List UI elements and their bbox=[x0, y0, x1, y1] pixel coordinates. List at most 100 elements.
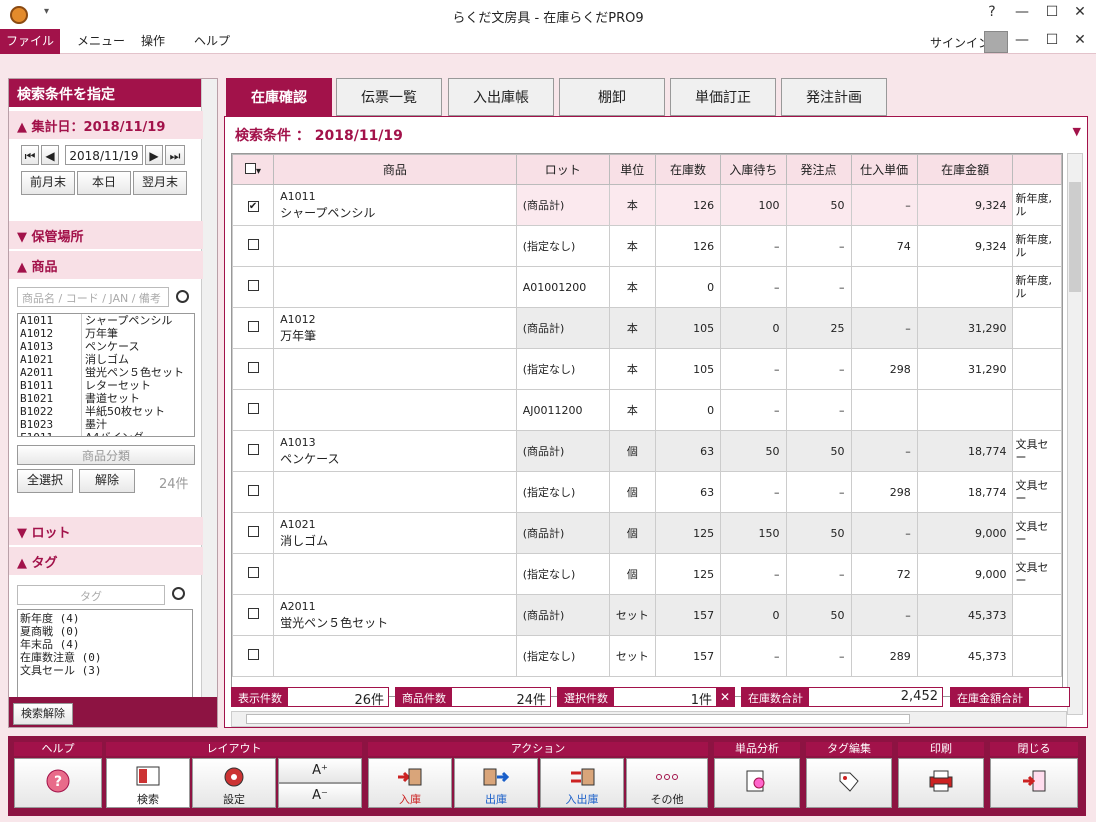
maximize-button[interactable]: ☐ bbox=[1038, 4, 1066, 26]
signin-link[interactable]: サインイン bbox=[930, 34, 990, 51]
col-header-amount[interactable]: 在庫金額 bbox=[916, 154, 1014, 185]
table-row[interactable]: (指定なし) 個 125– –72 9,000 文具セー bbox=[232, 553, 1062, 595]
menu-help[interactable]: ヘルプ bbox=[194, 29, 230, 54]
first-date-button[interactable]: ⏮ bbox=[21, 145, 39, 165]
col-header-product[interactable]: 商品 bbox=[273, 154, 517, 185]
close-button[interactable]: ✕ bbox=[1066, 4, 1094, 26]
col-header-stock[interactable]: 在庫数 bbox=[654, 154, 722, 185]
col-header-unit[interactable]: 単位 bbox=[608, 154, 656, 185]
table-row[interactable]: A2011 蛍光ペン５色セット (商品計) セット 157 0 50–45,373 bbox=[232, 594, 1062, 636]
avatar[interactable] bbox=[984, 31, 1008, 53]
tab-1[interactable]: 伝票一覧 bbox=[336, 78, 442, 116]
prev-date-button[interactable]: ◀ bbox=[41, 145, 59, 165]
tab-3[interactable]: 棚卸 bbox=[559, 78, 665, 116]
row-checkbox[interactable] bbox=[247, 608, 259, 619]
date-section[interactable]: ▲ 集計日：2018/11/19 bbox=[9, 111, 203, 139]
tab-0[interactable]: 在庫確認 bbox=[226, 78, 332, 116]
row-checkbox[interactable] bbox=[247, 567, 259, 578]
row-checkbox[interactable] bbox=[247, 403, 259, 414]
table-row[interactable]: (指定なし) セット 157– –289 45,373 bbox=[232, 635, 1062, 677]
row-checkbox[interactable] bbox=[247, 321, 259, 332]
clear-selection-icon[interactable]: ✕ bbox=[716, 688, 734, 706]
hscroll-thumb[interactable] bbox=[246, 714, 910, 724]
grid-vscrollbar[interactable] bbox=[1067, 153, 1083, 715]
date-field[interactable]: 2018/11/19 bbox=[65, 145, 143, 165]
print-button[interactable] bbox=[898, 758, 984, 808]
row-checkbox[interactable] bbox=[247, 444, 259, 455]
table-row[interactable]: A1012 万年筆 (商品計) 本 105 0 25–31,290 bbox=[232, 307, 1062, 349]
product-list-item[interactable]: A1011 シャープペンシル bbox=[18, 314, 194, 327]
tab-5[interactable]: 発注計画 bbox=[781, 78, 887, 116]
storage-section[interactable]: ▼ 保管場所 bbox=[9, 221, 203, 249]
row-checkbox[interactable] bbox=[247, 485, 259, 496]
row-checkbox-cell[interactable] bbox=[232, 389, 275, 431]
product-list-item[interactable]: A1013 ペンケース bbox=[18, 340, 194, 353]
menu-file[interactable]: ファイル bbox=[0, 29, 60, 54]
font-up-button[interactable]: A⁺ bbox=[278, 758, 362, 783]
checkbox-icon[interactable] bbox=[245, 162, 257, 174]
col-header-tag[interactable] bbox=[1012, 154, 1062, 185]
row-checkbox-cell[interactable] bbox=[232, 307, 275, 349]
row-checkbox-cell[interactable] bbox=[232, 348, 275, 390]
tag-list-item[interactable]: 新年度 (4) bbox=[20, 612, 190, 625]
tag-section[interactable]: ▲ タグ bbox=[9, 547, 203, 575]
row-checkbox-cell[interactable] bbox=[232, 225, 275, 267]
col-header-lot[interactable]: ロット bbox=[515, 154, 610, 185]
help-icon[interactable]: ? bbox=[978, 4, 1006, 26]
product-list-item[interactable]: A1012 万年筆 bbox=[18, 327, 194, 340]
header-checkbox[interactable]: ▾ bbox=[232, 154, 275, 185]
next-date-button[interactable]: ▶ bbox=[145, 145, 163, 165]
help-button[interactable]: ? bbox=[14, 758, 102, 808]
tag-list-item[interactable]: 在庫数注意 (0) bbox=[20, 651, 190, 664]
col-header-unit-price[interactable]: 仕入単価 bbox=[850, 154, 918, 185]
table-row[interactable]: ✔ A1011 シャープペンシル (商品計) 本 126 100 50–9,324 新年度,ル bbox=[232, 184, 1062, 226]
row-checkbox[interactable] bbox=[247, 280, 259, 291]
ribbon-minimize-button[interactable]: — bbox=[1008, 32, 1036, 54]
table-row[interactable]: A1013 ペンケース (商品計) 個 63 50 50–18,774 文具セー bbox=[232, 430, 1062, 472]
menu-menu[interactable]: メニュー bbox=[77, 29, 125, 54]
row-checkbox-cell[interactable] bbox=[232, 594, 275, 636]
next-month-end-button[interactable]: 翌月末 bbox=[133, 171, 187, 195]
lot-section[interactable]: ▼ ロット bbox=[9, 517, 203, 545]
product-list[interactable]: A1011 シャープペンシル A1012 万年筆 A1013 ペンケース A1021 消しゴム… bbox=[17, 313, 195, 437]
tag-list-item[interactable]: 夏商戦 (0) bbox=[20, 625, 190, 638]
search-icon[interactable] bbox=[176, 290, 189, 303]
other-button[interactable]: その他 bbox=[626, 758, 708, 808]
font-down-button[interactable]: A⁻ bbox=[278, 783, 362, 808]
doc-close-button[interactable]: ✕ bbox=[1066, 32, 1094, 54]
exit-button[interactable] bbox=[990, 758, 1078, 808]
tag-list[interactable]: 新年度 (4) 夏商戦 (0) 年末品 (4) 在庫数注意 (0) 文具セール (3) bbox=[17, 609, 193, 699]
table-row[interactable]: (指定なし) 本 126– –74 9,324 新年度,ル bbox=[232, 225, 1062, 267]
stock-inout-button[interactable]: 入出庫 bbox=[540, 758, 624, 808]
minimize-button[interactable]: — bbox=[1008, 4, 1036, 26]
sidebar-scrollbar[interactable] bbox=[201, 79, 217, 727]
product-list-item[interactable]: B1021 書道セット bbox=[18, 392, 194, 405]
row-checkbox-cell[interactable]: ✔ bbox=[232, 184, 275, 226]
prev-month-end-button[interactable]: 前月末 bbox=[21, 171, 75, 195]
grid-hscrollbar[interactable] bbox=[231, 711, 1067, 727]
search-icon[interactable] bbox=[172, 587, 185, 600]
select-all-button[interactable]: 全選択 bbox=[17, 469, 73, 493]
row-checkbox[interactable] bbox=[247, 649, 259, 660]
row-checkbox-cell[interactable] bbox=[232, 553, 275, 595]
col-header-reorder[interactable]: 発注点 bbox=[785, 154, 852, 185]
table-row[interactable]: AJ0011200 本 0– – bbox=[232, 389, 1062, 431]
chevron-down-icon[interactable]: ▼ bbox=[1073, 125, 1081, 138]
product-list-item[interactable]: A2011 蛍光ペン５色セット bbox=[18, 366, 194, 379]
row-checkbox[interactable] bbox=[247, 362, 259, 373]
settings-button[interactable]: 設定 bbox=[192, 758, 276, 808]
row-checkbox-cell[interactable] bbox=[232, 471, 275, 513]
product-search-input[interactable]: 商品名 / コード / JAN / 備考 bbox=[17, 287, 169, 307]
clear-search-button[interactable]: 検索解除 bbox=[13, 703, 73, 725]
table-row[interactable]: A1021 消しゴム (商品計) 個 125 150 50–9,000 文具セー bbox=[232, 512, 1062, 554]
menu-operation[interactable]: 操作 bbox=[141, 29, 165, 54]
tag-edit-button[interactable] bbox=[806, 758, 892, 808]
product-list-item[interactable]: A1021 消しゴム bbox=[18, 353, 194, 366]
product-list-item[interactable]: F1011A4バインダー bbox=[18, 431, 194, 436]
row-checkbox[interactable] bbox=[247, 526, 259, 537]
chevron-down-icon[interactable]: ▾ bbox=[256, 166, 261, 177]
row-checkbox-cell[interactable] bbox=[232, 512, 275, 554]
row-checkbox-cell[interactable] bbox=[232, 266, 275, 308]
row-checkbox[interactable]: ✔ bbox=[247, 200, 259, 212]
tab-2[interactable]: 入出庫帳 bbox=[448, 78, 554, 116]
